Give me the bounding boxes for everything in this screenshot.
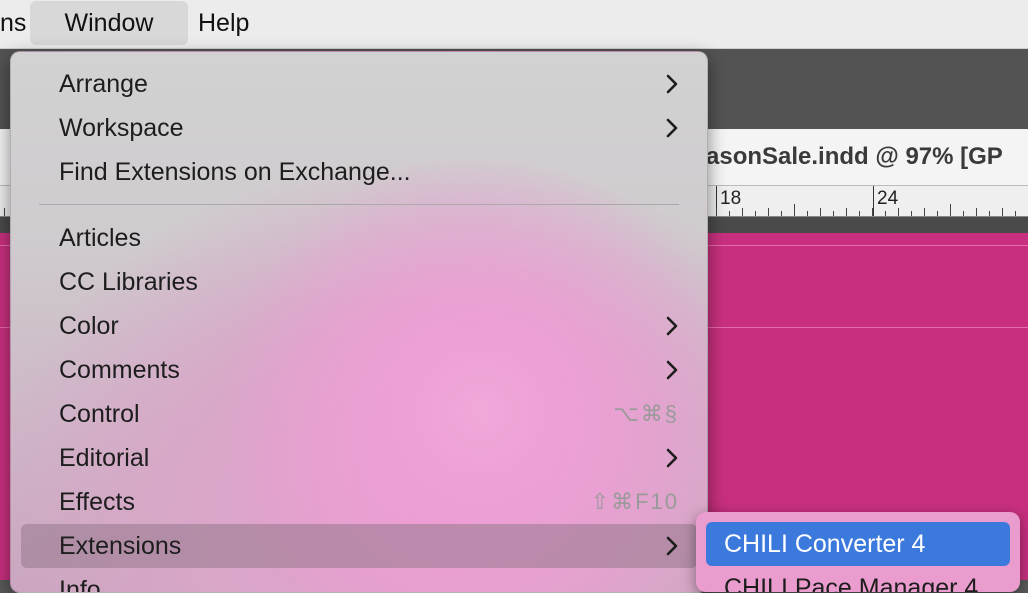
menu-item-info[interactable]: Info (21, 568, 697, 593)
ruler-minor-tick (885, 211, 886, 216)
ruler-minor-tick (963, 211, 964, 216)
menu-window[interactable]: Window (30, 1, 188, 45)
ruler-minor-tick (729, 211, 730, 216)
ruler-minor-tick (872, 208, 873, 216)
ruler-minor-tick (4, 208, 5, 216)
keyboard-shortcut: ⇧⌘F10 (590, 489, 679, 514)
ruler-minor-tick (1002, 208, 1003, 216)
menu-item-cc-libraries[interactable]: CC Libraries (21, 260, 697, 304)
menu-item-label: Workspace (59, 114, 184, 142)
menu-item-articles[interactable]: Articles (21, 216, 697, 260)
menu-item-arrange[interactable]: Arrange (21, 62, 697, 106)
ruler-minor-tick (755, 211, 756, 216)
ruler-minor-tick (976, 208, 977, 216)
ruler-minor-tick (794, 204, 795, 216)
ruler-label-24: 24 (877, 188, 899, 209)
chevron-right-icon (666, 316, 678, 336)
window-menu: Arrange Workspace Find Extensions on Exc… (10, 51, 708, 593)
menu-item-label: Info (59, 576, 101, 593)
ruler-minor-tick (716, 208, 717, 216)
menu-item-label: Control (59, 400, 140, 428)
menu-item-editorial[interactable]: Editorial (21, 436, 697, 480)
ruler-minor-tick (911, 211, 912, 216)
menu-item-workspace[interactable]: Workspace (21, 106, 697, 150)
menu-item-label: Find Extensions on Exchange... (59, 158, 411, 186)
keyboard-shortcut: ⌥⌘§ (613, 401, 679, 426)
chevron-right-icon (666, 360, 678, 380)
menu-item-find-extensions[interactable]: Find Extensions on Exchange... (21, 150, 697, 194)
chevron-right-icon (666, 74, 678, 94)
menu-item-label: Effects (59, 488, 135, 516)
menu-item-extensions[interactable]: Extensions (21, 524, 697, 568)
ruler-minor-tick (742, 208, 743, 216)
ruler-minor-tick (781, 211, 782, 216)
ruler-minor-tick (833, 211, 834, 216)
ruler-minor-tick (846, 208, 847, 216)
submenu-item-chili-pace-manager[interactable]: CHILI Pace Manager 4 (724, 574, 978, 592)
menu-item-label: Extensions (59, 532, 182, 560)
menu-help[interactable]: Help (198, 0, 249, 46)
ruler-major-tick (873, 186, 874, 216)
ruler-minor-tick (859, 211, 860, 216)
ruler-minor-tick (924, 208, 925, 216)
extensions-submenu: CHILI Converter 4 CHILI Pace Manager 4 (696, 512, 1020, 592)
ruler-minor-tick (989, 211, 990, 216)
menu-item-effects[interactable]: Effects ⇧⌘F10 (21, 480, 697, 524)
menu-item-label: CC Libraries (59, 268, 198, 296)
menu-item-label: Articles (59, 224, 141, 252)
chevron-right-icon (666, 448, 678, 468)
menu-item-control[interactable]: Control ⌥⌘§ (21, 392, 697, 436)
ruler-minor-tick (898, 208, 899, 216)
ruler-minor-tick (1015, 211, 1016, 216)
ruler-minor-tick (807, 211, 808, 216)
chevron-right-icon (666, 118, 678, 138)
menu-item-label: Arrange (59, 70, 148, 98)
menu-item-label: Comments (59, 356, 180, 384)
ruler-minor-tick (950, 204, 951, 216)
menu-item-color[interactable]: Color (21, 304, 697, 348)
ruler-label-18: 18 (720, 188, 742, 209)
menu-item-label: Color (59, 312, 119, 340)
ruler-minor-tick (937, 211, 938, 216)
submenu-item-label: CHILI Converter 4 (724, 530, 926, 558)
submenu-item-chili-converter[interactable]: CHILI Converter 4 (706, 522, 1010, 566)
menu-item-label: Editorial (59, 444, 150, 472)
menu-item-comments[interactable]: Comments (21, 348, 697, 392)
chevron-right-icon (666, 536, 678, 556)
document-title: asonSale.indd @ 97% [GP (706, 143, 1003, 170)
menu-item-partial[interactable]: ns (0, 0, 26, 46)
menu-bar: ns Window Help (0, 0, 1028, 49)
ruler-minor-tick (768, 208, 769, 216)
ruler-minor-tick (820, 208, 821, 216)
menu-separator (39, 204, 679, 205)
